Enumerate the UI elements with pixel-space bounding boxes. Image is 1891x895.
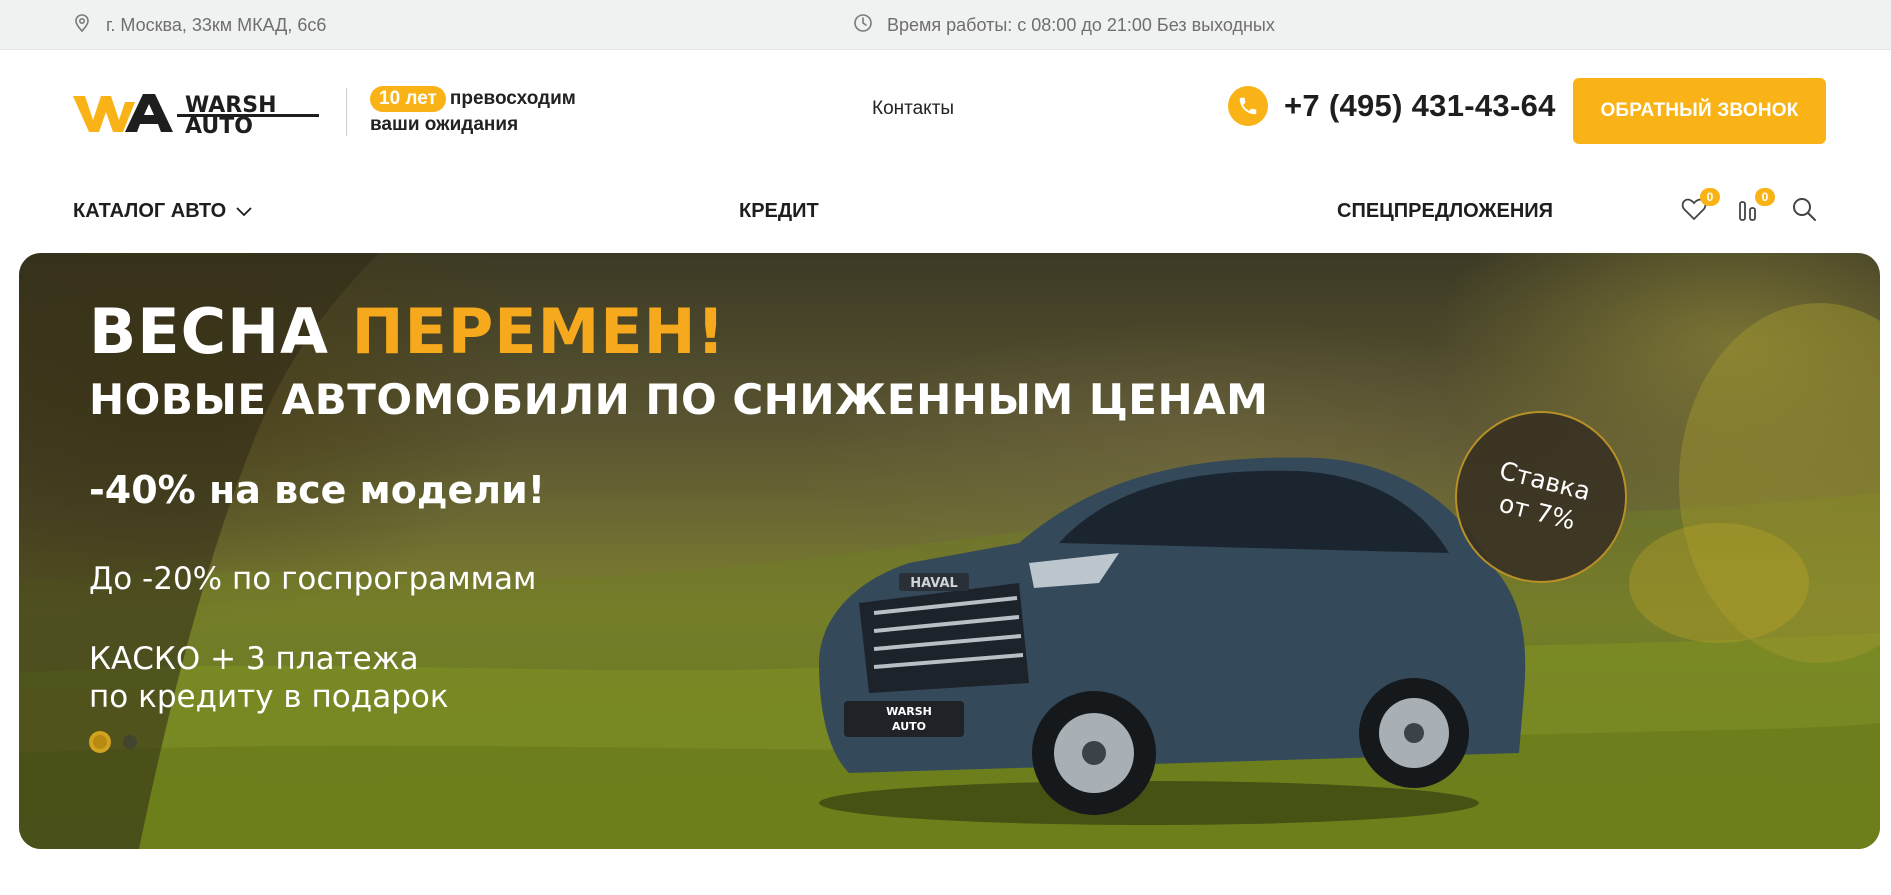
tagline: 10 лет превосходим ваши ожидания [370,86,576,138]
banner-subtitle: НОВЫЕ АВТОМОБИЛИ ПО СНИЖЕННЫМ ЦЕНАМ [89,375,1269,424]
offer-kasko-line2: по кредиту в подарок [89,679,449,715]
menu-item-credit[interactable]: КРЕДИТ [739,200,819,223]
menu-item-special-offers[interactable]: СПЕЦПРЕДЛОЖЕНИЯ [1337,200,1553,223]
clock-icon [853,13,873,38]
compare-counter: 0 [1755,188,1775,206]
working-hours-text: Время работы: с 08:00 до 21:00 Без выход… [887,14,1275,35]
plate-text-bottom: AUTO [892,720,926,733]
phone-number[interactable]: +7 (495) 431-43-64 [1284,88,1556,124]
tagline-text: превосходим [449,88,576,109]
offer-kasko-line1: КАСКО + 3 платежа [89,641,419,677]
site-header: WARSH AUTO 10 лет превосходим ваши ожидан… [0,50,1891,170]
slider-dot-2[interactable] [123,735,137,749]
menu-catalog-label: КАТАЛОГ АВТО [73,200,227,222]
hero-banner-slider[interactable]: ВЕСНА ПЕРЕМЕН! НОВЫЕ АВТОМОБИЛИ ПО СНИЖЕ… [19,253,1880,849]
phone-block[interactable]: +7 (495) 431-43-64 [1228,86,1556,126]
menu-special-label: СПЕЦПРЕДЛОЖЕНИЯ [1337,200,1554,222]
haval-badge-text: HAVAL [910,576,958,591]
logo-divider [346,88,347,136]
chevron-down-icon [236,200,252,223]
banner-title-accent: ПЕРЕМЕН! [351,295,726,368]
search-button[interactable] [1788,194,1820,228]
offer-kasko: КАСКО + 3 платежа по кредиту в подарок [89,640,609,716]
favorites-counter: 0 [1700,188,1720,206]
address-text: г. Москва, 33км МКАД, 6с6 [106,14,327,35]
search-icon [1791,196,1817,227]
main-menu: КАТАЛОГ АВТО КРЕДИТ СПЕЦПРЕДЛОЖЕНИЯ 0 0 [0,170,1891,254]
warsh-auto-logo[interactable]: WARSH AUTO [73,90,319,139]
years-badge: 10 лет [370,86,446,112]
location-pin-icon [72,13,92,38]
menu-item-catalog[interactable]: КАТАЛОГ АВТО [73,200,252,223]
callback-button[interactable]: ОБРАТНЫЙ ЗВОНОК [1573,78,1826,144]
plate-text-top: WARSH [886,705,932,718]
phone-icon [1228,86,1268,126]
contacts-link[interactable]: Контакты [872,98,954,120]
logo-text-bottom: AUTO [185,114,253,136]
favorites-button[interactable]: 0 [1678,188,1720,228]
compare-button[interactable]: 0 [1733,188,1775,228]
slider-dot-1[interactable] [89,731,111,753]
banner-title-white: ВЕСНА [89,295,352,368]
car-image: HAVAL WARSH AUTO [759,433,1539,833]
menu-credit-label: КРЕДИТ [739,200,819,222]
slider-pagination [89,731,137,753]
address-block: г. Москва, 33км МКАД, 6с6 [72,0,326,50]
top-info-bar: г. Москва, 33км МКАД, 6с6 Время работы: … [0,0,1891,50]
hours-block: Время работы: с 08:00 до 21:00 Без выход… [853,0,1275,50]
offer-discount: -40% на все модели! [89,468,546,512]
banner-title: ВЕСНА ПЕРЕМЕН! [89,295,726,368]
offer-gov-programs: До -20% по госпрограммам [89,561,537,597]
tagline-line2: ваши ожидания [370,114,519,135]
